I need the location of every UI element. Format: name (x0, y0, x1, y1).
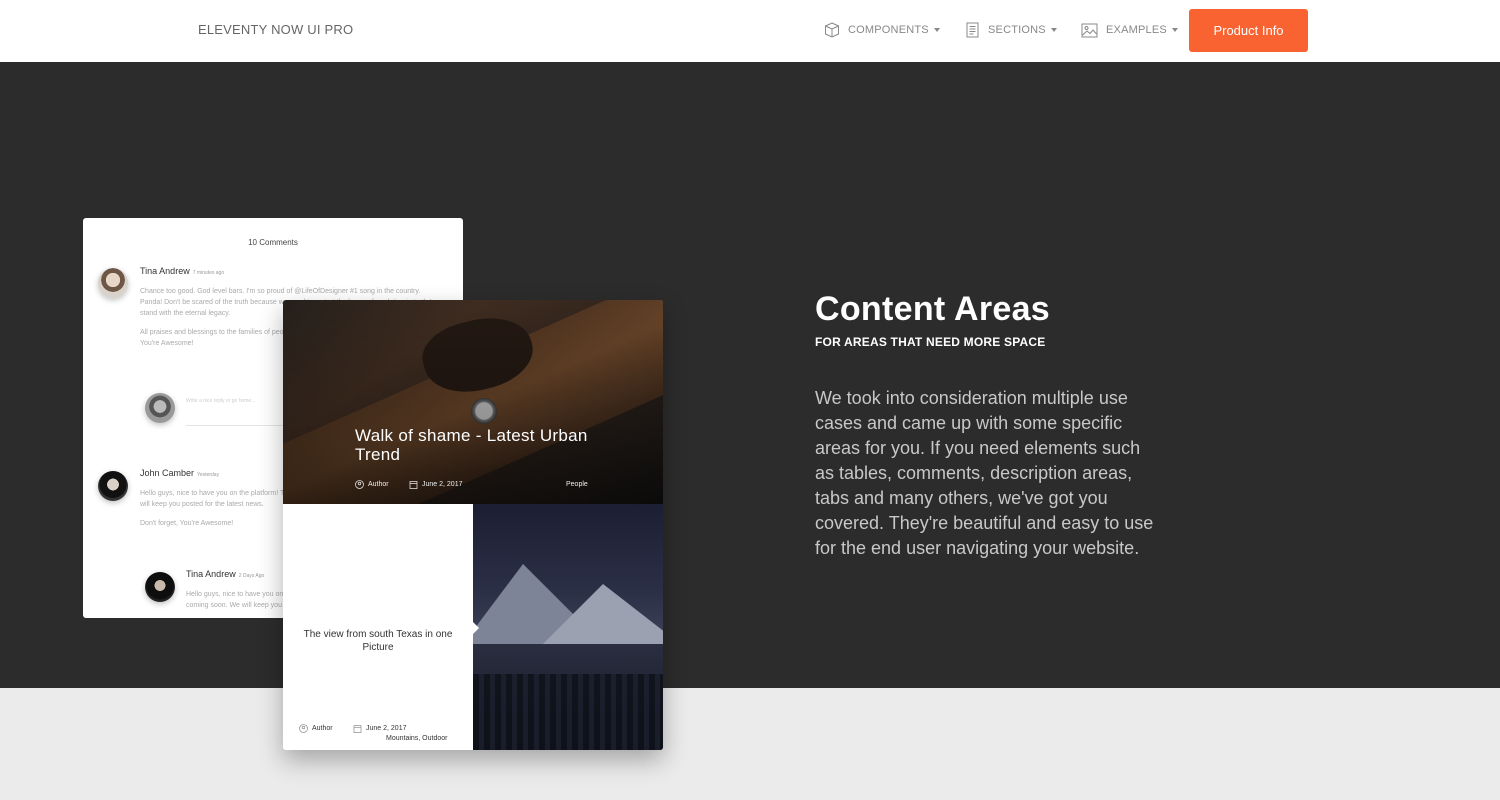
nav-examples-label: EXAMPLES (1106, 24, 1167, 36)
second-post-title[interactable]: The view from south Texas in one Picture (295, 628, 461, 654)
image-icon (1081, 23, 1098, 37)
comment-author[interactable]: John Camber Yesterday (140, 468, 219, 478)
avatar[interactable] (98, 268, 128, 298)
second-post-author[interactable]: Author (299, 724, 333, 733)
featured-post-title[interactable]: Walk of shame - Latest Urban Trend (355, 426, 595, 464)
second-post-image[interactable] (473, 504, 663, 750)
box-icon (825, 22, 839, 38)
comment-author[interactable]: Tina Andrew 7 minutes ago (140, 266, 224, 276)
comment-time: 7 minutes ago (192, 270, 225, 276)
section-subtitle: FOR AREAS THAT NEED MORE SPACE (815, 335, 1046, 349)
second-post-date: June 2, 2017 (353, 724, 406, 733)
brand-link[interactable]: ELEVENTY NOW UI PRO (198, 22, 353, 37)
comment-time: Yesterday (197, 472, 220, 478)
comment-author[interactable]: Tina Andrew 2 Days Ago (186, 569, 264, 579)
section-title: Content Areas (815, 290, 1051, 328)
document-icon (966, 22, 979, 38)
calendar-icon (409, 481, 418, 489)
second-post-tags[interactable]: Mountains, Outdoor (386, 735, 447, 742)
featured-post-author[interactable]: Author (355, 480, 389, 489)
avatar[interactable] (98, 471, 128, 501)
calendar-icon (353, 725, 362, 733)
user-icon (299, 724, 308, 733)
avatar (145, 393, 175, 423)
nav-sections-label: SECTIONS (988, 24, 1046, 36)
blog-card: Walk of shame - Latest Urban Trend Autho… (283, 300, 663, 750)
nav-sections-dropdown[interactable]: SECTIONS (965, 19, 1057, 41)
chevron-down-icon (933, 28, 940, 32)
user-icon (355, 480, 364, 489)
featured-post-image[interactable] (283, 300, 663, 504)
arrow-notch (473, 622, 479, 634)
navbar: ELEVENTY NOW UI PRO COMPONENTS SECTIONS … (0, 0, 1500, 62)
comments-count: 10 Comments (248, 238, 298, 247)
comment-time: 2 Days Ago (238, 573, 265, 579)
product-info-button[interactable]: Product Info (1189, 9, 1308, 52)
avatar[interactable] (145, 572, 175, 602)
featured-post-date: June 2, 2017 (409, 480, 462, 489)
section-description: We took into consideration multiple use … (815, 388, 1154, 558)
featured-post-category[interactable]: People (566, 481, 588, 488)
nav-components-dropdown[interactable]: COMPONENTS (824, 19, 940, 41)
second-post: The view from south Texas in one Picture… (283, 504, 473, 750)
nav-examples-dropdown[interactable]: EXAMPLES (1081, 19, 1178, 41)
nav-components-label: COMPONENTS (848, 24, 929, 36)
chevron-down-icon (1171, 28, 1178, 32)
chevron-down-icon (1050, 28, 1057, 32)
